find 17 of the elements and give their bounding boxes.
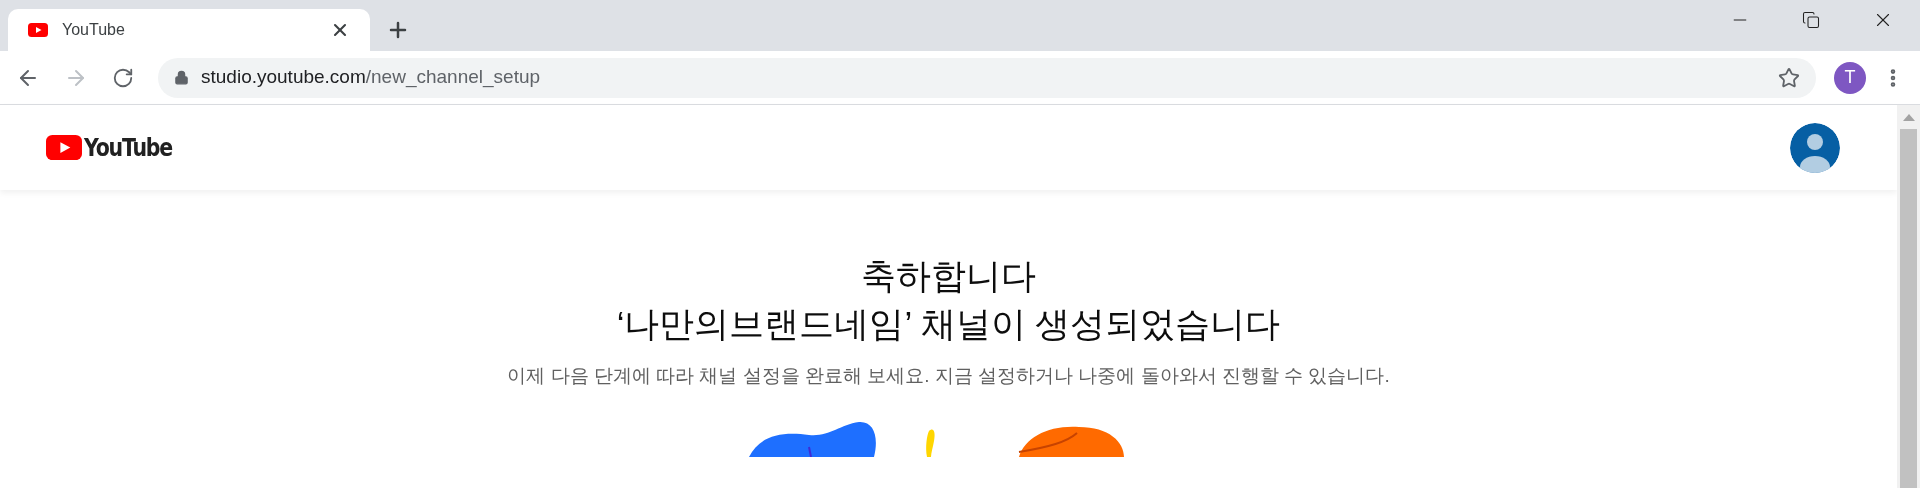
tab-title: YouTube: [62, 20, 126, 40]
scrollbar[interactable]: [1897, 105, 1920, 488]
lock-icon: [174, 70, 189, 85]
address-bar[interactable]: studio.youtube.com/new_channel_setup: [158, 57, 1816, 98]
bookmark-star-icon[interactable]: [1778, 66, 1800, 89]
youtube-logo-icon: [46, 134, 82, 161]
profile-avatar[interactable]: T: [1834, 61, 1866, 94]
youtube-icon: [28, 23, 48, 37]
logo-text[interactable]: YouTube: [84, 128, 172, 167]
headline: 축하합니다: [861, 255, 1036, 297]
subtitle: 이제 다음 단계에 따라 채널 설정을 완료해 보세요. 지금 설정하거나 나중에 돌아와서 진행할 수 있습니다.: [507, 364, 1390, 388]
browser-tab[interactable]: YouTube: [8, 9, 370, 51]
headline: ‘나만의브랜드네임’ 채널이 생성되었습니다: [616, 303, 1281, 345]
reload-icon[interactable]: [112, 66, 134, 89]
url-text: studio.youtube.com/new_channel_setup: [201, 65, 542, 90]
account-avatar-icon[interactable]: [1790, 122, 1840, 173]
restore-icon[interactable]: [1802, 11, 1820, 29]
